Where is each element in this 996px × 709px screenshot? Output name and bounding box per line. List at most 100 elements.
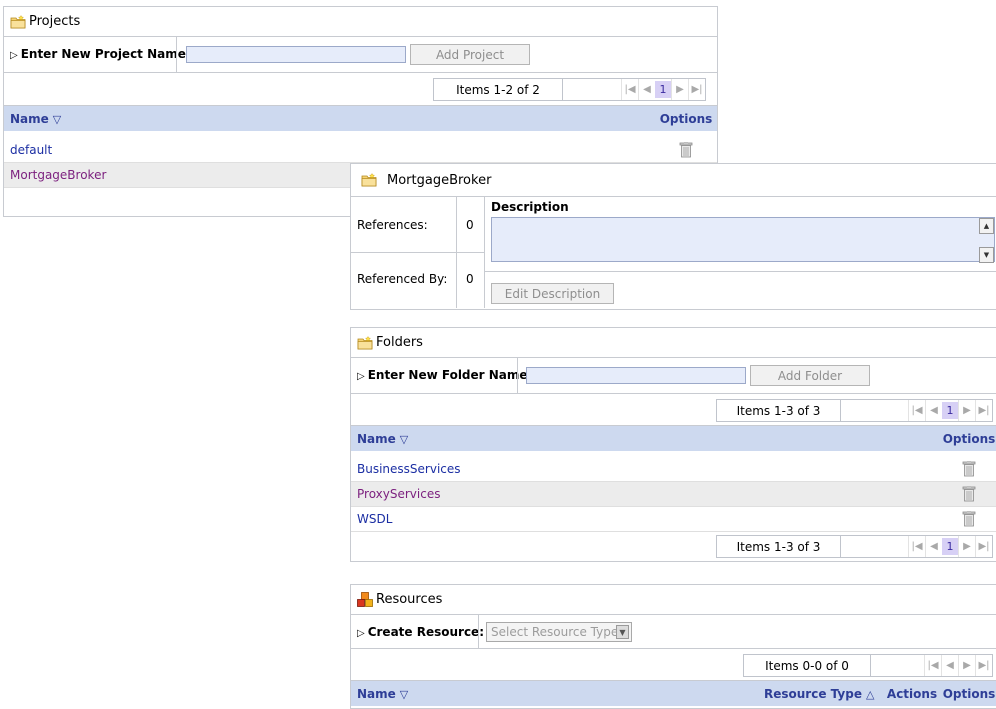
name-column-header[interactable]: Name ▽: [351, 432, 942, 446]
expand-triangle-icon: ▷: [357, 628, 365, 639]
project-icon: [361, 173, 377, 187]
sort-down-icon[interactable]: ▽: [400, 688, 408, 701]
folders-title: Folders: [376, 335, 423, 350]
sort-down-icon[interactable]: ▽: [400, 433, 408, 446]
resources-icon: [357, 592, 373, 607]
scroll-up-icon[interactable]: ▲: [979, 218, 994, 234]
first-page-icon[interactable]: |◀: [924, 655, 941, 676]
delete-icon[interactable]: [942, 486, 996, 502]
folder-link-wsdl[interactable]: WSDL: [351, 512, 942, 526]
prev-page-icon[interactable]: ◀: [638, 79, 655, 100]
table-row: ProxyServices: [351, 482, 996, 507]
references-value: 0: [466, 218, 474, 232]
create-resource-label: ▷ Create Resource:: [357, 625, 484, 639]
page-number[interactable]: 1: [655, 81, 671, 98]
projects-title: Projects: [29, 14, 81, 29]
detail-title: MortgageBroker: [387, 172, 492, 188]
folders-pager-bottom: Items 1-3 of 3 |◀ ◀ 1 ▶ ▶|: [716, 535, 993, 558]
options-column-header: Options: [659, 111, 713, 126]
divider: [176, 37, 177, 72]
edit-description-button[interactable]: Edit Description: [491, 283, 614, 304]
next-page-icon[interactable]: ▶: [958, 655, 975, 676]
resources-pager: Items 0-0 of 0 |◀ ◀ ▶ ▶|: [743, 654, 993, 677]
new-project-row: ▷ Enter New Project Name: Add Project: [4, 37, 717, 73]
resource-type-column-header[interactable]: Resource Type △: [764, 687, 882, 701]
next-page-icon[interactable]: ▶: [958, 400, 975, 421]
folders-pager-row: Items 1-3 of 3 |◀ ◀ 1 ▶ ▶|: [351, 394, 996, 426]
project-name-input[interactable]: [186, 46, 406, 63]
add-folder-button[interactable]: Add Folder: [750, 365, 870, 386]
last-page-icon[interactable]: ▶|: [688, 79, 705, 100]
folders-title-bar: Folders: [351, 328, 996, 358]
table-row: WSDL: [351, 507, 996, 532]
items-count: Items 1-2 of 2: [434, 79, 563, 100]
project-detail-panel: MortgageBroker References: Referenced By…: [350, 163, 996, 310]
resources-title-bar: Resources: [351, 585, 996, 615]
items-count: Items 1-3 of 3: [717, 536, 841, 557]
first-page-icon[interactable]: |◀: [908, 400, 925, 421]
resource-type-select[interactable]: Select Resource Type ▼: [486, 622, 632, 642]
last-page-icon[interactable]: ▶|: [975, 655, 992, 676]
description-label: Description: [491, 200, 569, 214]
prev-page-icon[interactable]: ◀: [925, 536, 942, 557]
expand-triangle-icon: ▷: [357, 371, 365, 382]
actions-column-header: Actions: [886, 686, 938, 701]
name-column-header[interactable]: Name ▽: [351, 687, 764, 701]
delete-icon[interactable]: [942, 461, 996, 477]
table-row: BusinessServices: [351, 457, 996, 482]
folders-table-header: Name ▽ Options: [351, 426, 996, 451]
folder-link-businessservices[interactable]: BusinessServices: [351, 462, 942, 476]
divider: [517, 358, 518, 393]
delete-icon[interactable]: [942, 511, 996, 527]
name-column-header[interactable]: Name ▽: [4, 112, 655, 126]
first-page-icon[interactable]: |◀: [621, 79, 638, 100]
projects-title-bar: Projects: [4, 7, 717, 37]
resources-title: Resources: [376, 592, 443, 607]
resources-pager-row: Items 0-0 of 0 |◀ ◀ ▶ ▶|: [351, 649, 996, 681]
next-page-icon[interactable]: ▶: [671, 79, 688, 100]
referenced-by-label: Referenced By:: [357, 272, 448, 286]
new-folder-row: ▷ Enter New Folder Name: Add Folder: [351, 358, 996, 394]
projects-pager: Items 1-2 of 2 |◀ ◀ 1 ▶ ▶|: [433, 78, 706, 101]
projects-table-header: Name ▽ Options: [4, 106, 717, 131]
folder-icon: [357, 336, 373, 350]
references-label: References:: [357, 218, 428, 232]
divider: [478, 615, 479, 648]
folder-link-proxyservices[interactable]: ProxyServices: [351, 487, 942, 501]
folder-name-input[interactable]: [526, 367, 746, 384]
page-number[interactable]: 1: [942, 538, 958, 555]
prev-page-icon[interactable]: ◀: [925, 400, 942, 421]
prev-page-icon[interactable]: ◀: [941, 655, 958, 676]
next-page-icon[interactable]: ▶: [958, 536, 975, 557]
delete-icon[interactable]: [655, 142, 717, 158]
folder-icon: [10, 15, 26, 29]
folders-panel: Folders ▷ Enter New Folder Name: Add Fold…: [350, 327, 996, 562]
table-row: default: [4, 138, 717, 163]
scrollbar[interactable]: ▲ ▼: [979, 218, 994, 263]
description-textarea[interactable]: [491, 217, 995, 262]
create-resource-row: ▷ Create Resource: Select Resource Type ▼: [351, 615, 996, 649]
scroll-down-icon[interactable]: ▼: [979, 247, 994, 263]
expand-triangle-icon: ▷: [10, 50, 18, 61]
chevron-down-icon[interactable]: ▼: [616, 625, 629, 639]
sort-down-icon[interactable]: ▽: [53, 113, 61, 126]
items-count: Items 1-3 of 3: [717, 400, 841, 421]
project-link-default[interactable]: default: [4, 143, 655, 157]
options-column-header: Options: [942, 431, 996, 446]
ref-labels: References: Referenced By:: [351, 197, 457, 308]
last-page-icon[interactable]: ▶|: [975, 536, 992, 557]
folders-pager-top: Items 1-3 of 3 |◀ ◀ 1 ▶ ▶|: [716, 399, 993, 422]
sort-up-icon[interactable]: △: [866, 688, 874, 701]
referenced-by-value: 0: [466, 272, 474, 286]
add-project-button[interactable]: Add Project: [410, 44, 530, 65]
detail-title-bar: MortgageBroker: [351, 164, 996, 197]
resources-panel: Resources ▷ Create Resource: Select Resou…: [350, 584, 996, 709]
projects-pager-row: Items 1-2 of 2 |◀ ◀ 1 ▶ ▶|: [4, 73, 717, 106]
resources-table-header: Name ▽ Resource Type △ Actions Options: [351, 681, 996, 706]
new-project-label: ▷ Enter New Project Name:: [10, 47, 191, 61]
new-folder-label: ▷ Enter New Folder Name:: [357, 368, 533, 382]
page-number[interactable]: 1: [942, 402, 958, 419]
last-page-icon[interactable]: ▶|: [975, 400, 992, 421]
first-page-icon[interactable]: |◀: [908, 536, 925, 557]
items-count: Items 0-0 of 0: [744, 655, 871, 676]
